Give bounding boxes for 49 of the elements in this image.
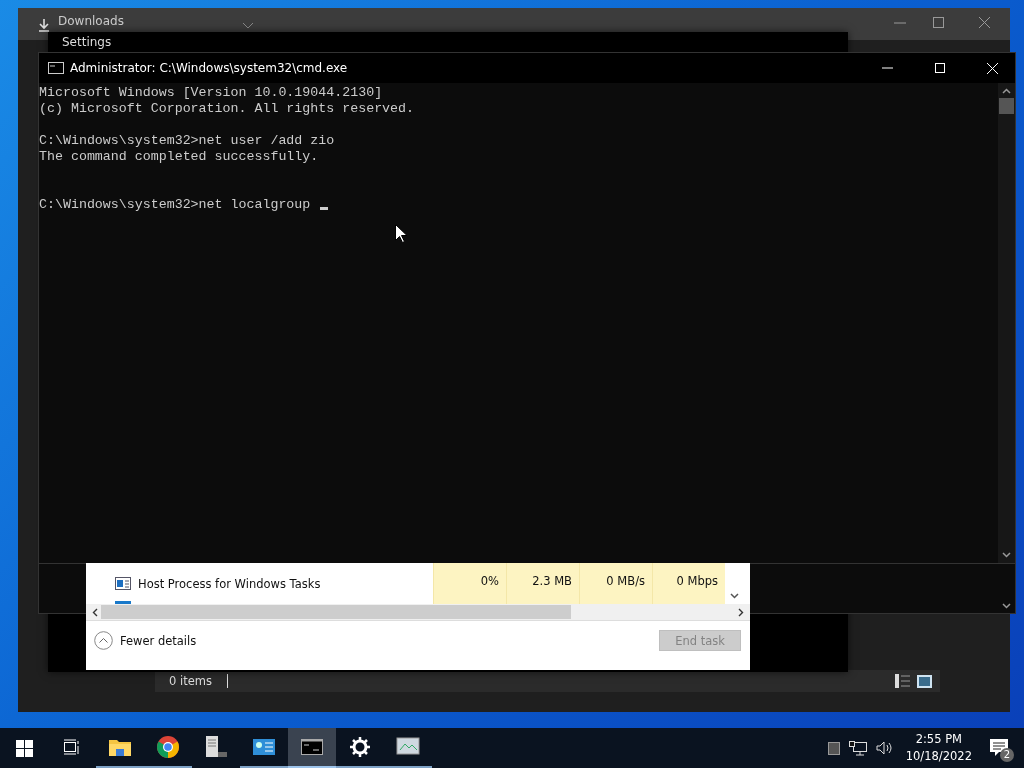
scroll-down-icon[interactable] <box>730 592 739 599</box>
clock[interactable]: 2:55 PM 10/18/2022 <box>905 731 972 765</box>
table-cell: 0 MB/s <box>579 563 652 604</box>
scroll-left-icon[interactable] <box>92 607 98 617</box>
table-cell: 2.3 MB <box>506 563 579 604</box>
date-text: 10/18/2022 <box>905 748 972 765</box>
console-line: C:\Windows\system32>net user /add zio <box>39 133 335 149</box>
server-icon[interactable] <box>204 736 228 758</box>
volume-icon[interactable] <box>875 741 893 755</box>
table-cell: 0% <box>433 563 506 604</box>
download-icon <box>38 18 50 32</box>
gear-icon[interactable] <box>350 737 370 757</box>
notification-count: 2 <box>1000 748 1014 762</box>
thumbnail-view-icon[interactable] <box>917 674 932 688</box>
task-view-icon[interactable] <box>63 739 81 755</box>
scroll-up-icon[interactable] <box>1002 88 1011 94</box>
folder-icon[interactable] <box>109 738 131 756</box>
scroll-thumb[interactable] <box>101 605 571 619</box>
details-view-icon[interactable] <box>895 674 911 688</box>
pointer-icon <box>395 224 407 243</box>
process-name[interactable]: Host Process for Windows Tasks <box>138 576 433 591</box>
taskbar-app[interactable] <box>288 728 336 768</box>
window-icon <box>115 577 131 590</box>
chevron-up-icon[interactable] <box>94 631 113 650</box>
keyboard-icon[interactable] <box>827 741 840 755</box>
scroll-down-icon[interactable] <box>1002 552 1011 558</box>
table-cell: 0 Mbps <box>652 563 725 604</box>
windows-logo-icon[interactable] <box>16 739 33 757</box>
console-line: (c) Microsoft Corporation. All rights reserved. <box>39 101 415 117</box>
scroll-down-icon[interactable] <box>1002 603 1011 609</box>
window-title: Settings <box>62 35 112 50</box>
terminal-icon <box>48 62 64 74</box>
terminal-icon[interactable] <box>301 739 323 755</box>
scroll-thumb[interactable] <box>999 98 1014 114</box>
horizontal-scrollbar[interactable] <box>86 604 750 621</box>
fewer-details-button[interactable]: Fewer details <box>94 631 197 650</box>
item-count: 0 items <box>169 674 228 688</box>
scroll-right-icon[interactable] <box>738 607 744 617</box>
time-text: 2:55 PM <box>915 731 962 748</box>
browser-tab[interactable]: Downloads <box>58 14 124 28</box>
scrollbar[interactable] <box>998 83 1015 563</box>
console-line: Microsoft Windows [Version 10.0.19044.2130] <box>39 85 383 101</box>
console-line: C:\Windows\system32>net localgroup <box>39 197 312 213</box>
monitor-icon[interactable] <box>396 737 420 757</box>
chrome-icon[interactable] <box>157 736 179 758</box>
network-icon[interactable] <box>848 740 867 756</box>
console-line: The command completed successfully. <box>39 149 319 165</box>
window-title: Administrator: C:\Windows\system32\cmd.exe <box>70 61 349 75</box>
chevron-icon[interactable] <box>242 22 254 30</box>
